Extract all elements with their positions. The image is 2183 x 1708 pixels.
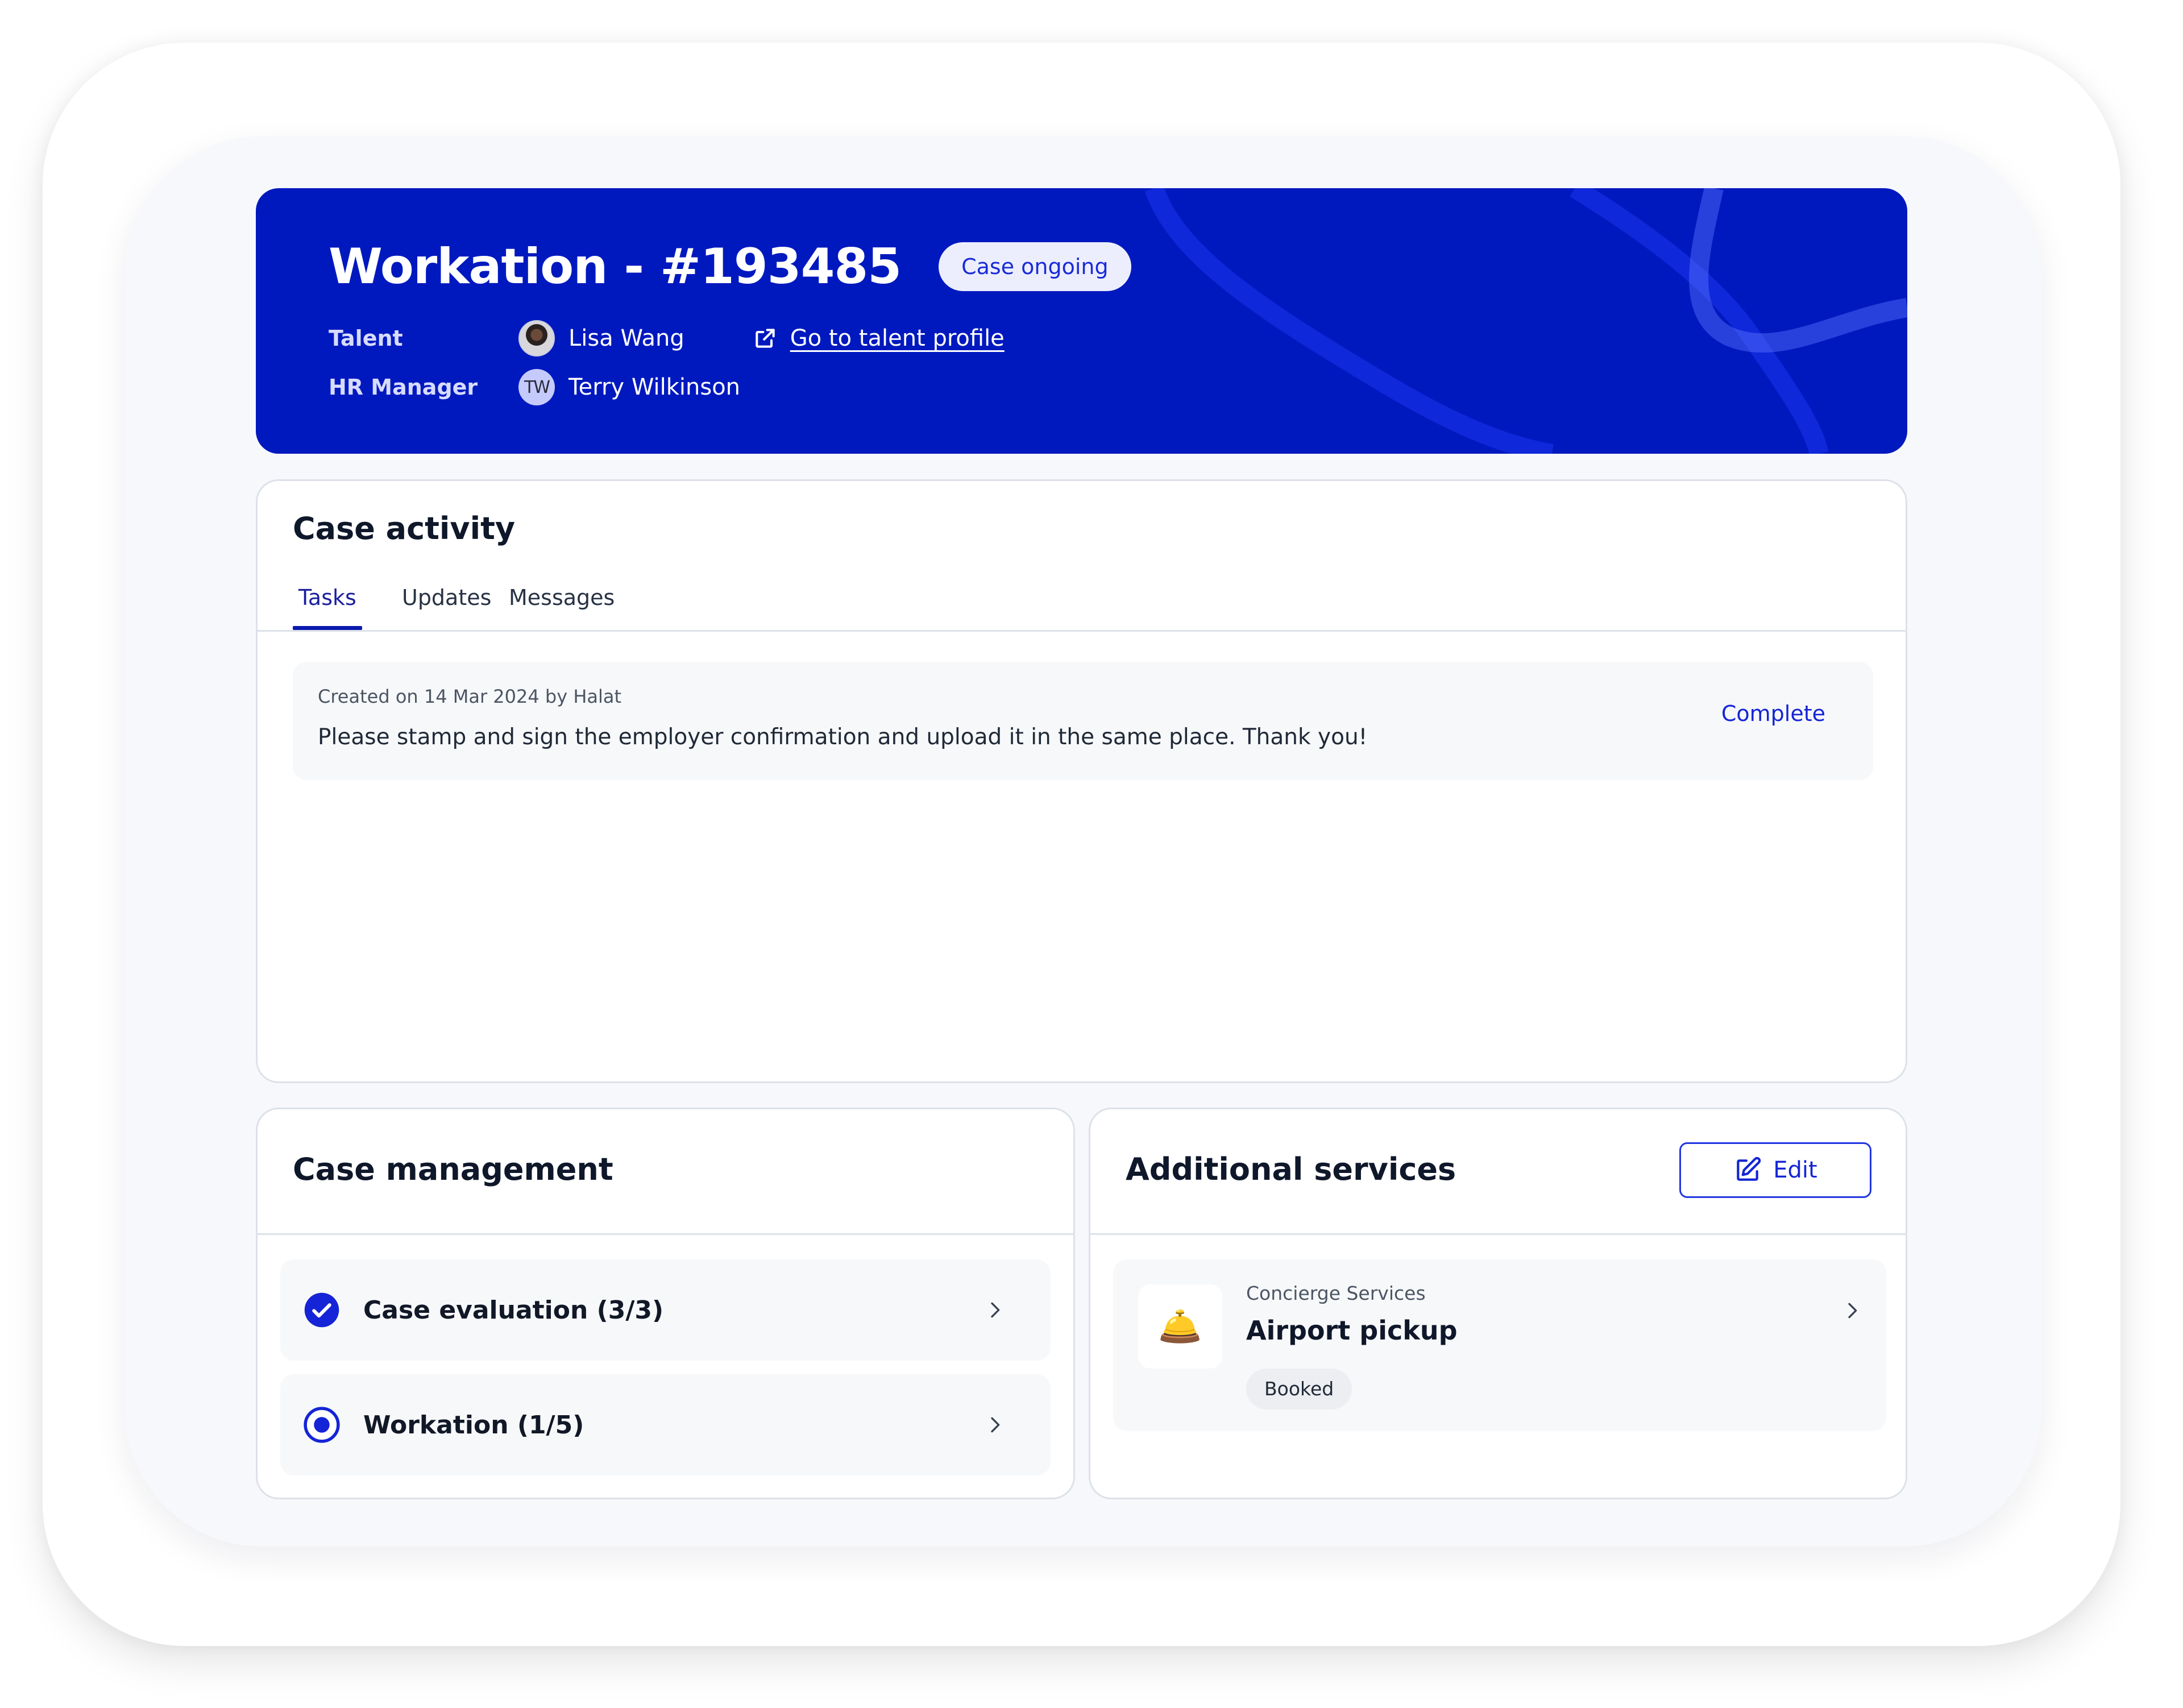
status-badge: Case ongoing xyxy=(939,242,1131,291)
talent-profile-link[interactable]: Go to talent profile xyxy=(753,325,1005,351)
case-activity-tabs: Tasks Updates Messages xyxy=(258,578,1906,632)
task-meta: Created on 14 Mar 2024 by Halat xyxy=(318,686,622,707)
case-header: Workation - #193485 Case ongoing Talent … xyxy=(256,188,1907,454)
radio-dot-icon xyxy=(304,1407,340,1443)
hr-manager-label: HR Manager xyxy=(329,375,478,400)
page-title: Workation - #193485 xyxy=(329,238,902,295)
chevron-right-icon xyxy=(991,1417,1000,1433)
service-item-airport-pickup[interactable]: 🛎️ Concierge Services Airport pickup Boo… xyxy=(1113,1259,1886,1431)
case-step-workation[interactable]: Workation (1/5) xyxy=(280,1374,1051,1475)
talent-name: Lisa Wang xyxy=(568,325,684,351)
edit-services-button[interactable]: Edit xyxy=(1679,1142,1871,1198)
case-management-header: Case management xyxy=(258,1109,1073,1235)
additional-services-card: Additional services Edit 🛎️ Concierge Se… xyxy=(1089,1108,1907,1499)
edit-label: Edit xyxy=(1773,1157,1817,1183)
title-row: Workation - #193485 Case ongoing xyxy=(329,238,1131,295)
additional-services-title: Additional services xyxy=(1126,1151,1456,1187)
service-category: Concierge Services xyxy=(1246,1282,1426,1304)
tab-tasks[interactable]: Tasks xyxy=(293,578,362,630)
case-management-title: Case management xyxy=(293,1151,613,1187)
tab-messages[interactable]: Messages xyxy=(503,578,620,628)
talent-avatar xyxy=(518,320,555,356)
talent-label: Talent xyxy=(329,326,403,351)
hr-manager-row: HR Manager TW Terry Wilkinson xyxy=(329,369,740,405)
bellhop-bell-icon: 🛎️ xyxy=(1138,1284,1222,1369)
tab-updates[interactable]: Updates xyxy=(396,578,497,628)
hr-manager-name: Terry Wilkinson xyxy=(568,374,741,400)
chevron-right-icon xyxy=(1848,1303,1857,1319)
case-step-label: Workation (1/5) xyxy=(363,1410,584,1440)
case-activity-title: Case activity xyxy=(293,511,516,546)
hr-manager-avatar: TW xyxy=(518,369,555,405)
case-step-case-evaluation[interactable]: Case evaluation (3/3) xyxy=(280,1259,1051,1361)
additional-services-header: Additional services Edit xyxy=(1090,1109,1906,1235)
check-circle-icon xyxy=(304,1292,339,1328)
talent-row: Talent Lisa Wang Go to talent profile xyxy=(329,320,1005,356)
service-status-badge: Booked xyxy=(1246,1369,1352,1409)
task-description: Please stamp and sign the employer confi… xyxy=(318,724,1368,750)
case-activity-card: Case activity Tasks Updates Messages Cre… xyxy=(256,479,1907,1083)
talent-profile-link-label: Go to talent profile xyxy=(790,325,1005,351)
service-name: Airport pickup xyxy=(1246,1315,1458,1346)
task-item: Created on 14 Mar 2024 by Halat Please s… xyxy=(293,662,1873,780)
edit-icon xyxy=(1737,1156,1761,1181)
complete-task-button[interactable]: Complete xyxy=(1718,700,1829,727)
external-link-icon xyxy=(756,329,775,348)
case-step-label: Case evaluation (3/3) xyxy=(363,1295,664,1325)
chevron-right-icon xyxy=(991,1302,1000,1318)
case-management-card: Case management Case evaluation (3/3) Wo… xyxy=(256,1108,1075,1499)
